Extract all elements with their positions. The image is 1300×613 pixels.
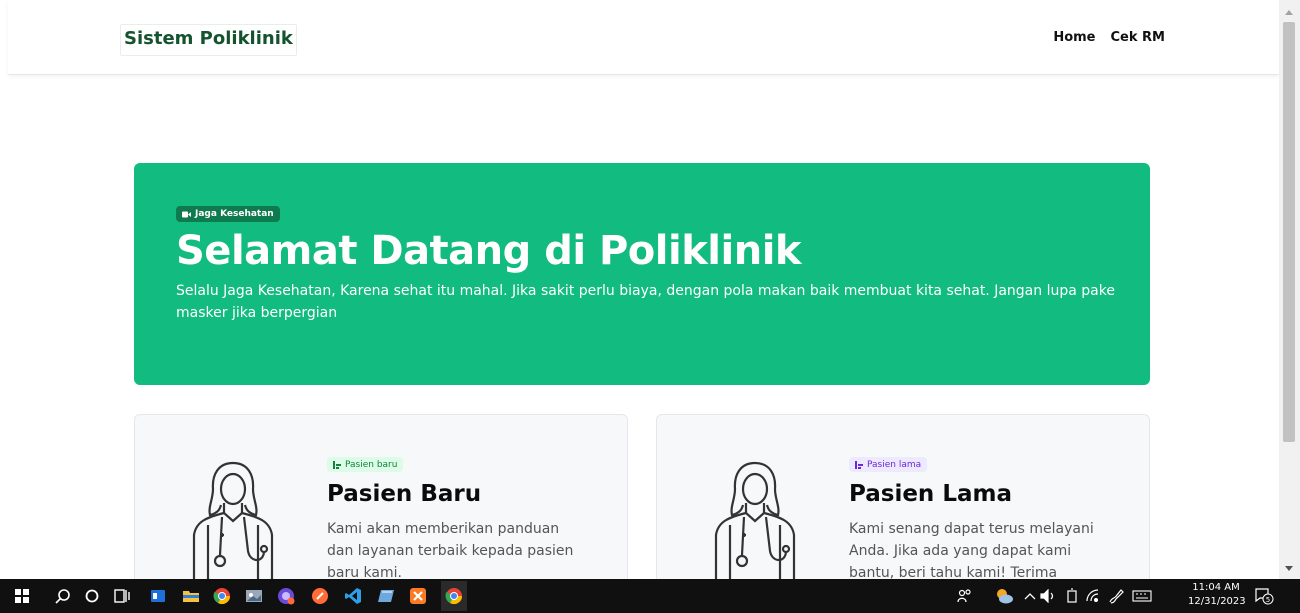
vscode-icon[interactable]	[343, 586, 363, 606]
task-view-icon[interactable]	[112, 586, 132, 606]
notification-icon[interactable]: 5	[1254, 586, 1274, 606]
chrome-icon[interactable]	[212, 586, 232, 606]
app-icon[interactable]	[148, 586, 168, 606]
cortana-icon[interactable]	[82, 586, 102, 606]
photos-app-icon[interactable]	[244, 586, 264, 606]
list-check-icon	[333, 460, 341, 469]
browser-viewport: Sistem Poliklinik Home Cek RM Jaga Keseh…	[0, 0, 1279, 579]
card-title: Pasien Baru	[327, 481, 482, 507]
card-description: Kami senang dapat terus melayani Anda. J…	[849, 521, 1094, 579]
wifi-icon[interactable]	[1084, 586, 1104, 606]
clock-time: 11:04 AM	[1192, 582, 1240, 593]
notification-count: 5	[1266, 596, 1270, 604]
postman-icon[interactable]	[310, 586, 330, 606]
card-pasien-lama[interactable]: Pasien lama Pasien Lama Kami senang dapa…	[656, 414, 1150, 579]
people-icon[interactable]	[955, 586, 975, 606]
pen-workspace-icon[interactable]	[1106, 586, 1126, 606]
card-description: Kami akan memberikan panduan dan layanan…	[327, 521, 574, 579]
card-badge-label: Pasien lama	[867, 459, 922, 470]
battery-plug-icon[interactable]	[1062, 586, 1082, 606]
nav-links: Home Cek RM	[1053, 30, 1165, 45]
windows-taskbar: 11:04 AM 12/31/2023 5	[0, 579, 1300, 613]
hero-badge-label: Jaga Kesehatan	[195, 209, 274, 219]
scroll-up-arrow-icon[interactable]	[1285, 10, 1293, 15]
keyboard-icon[interactable]	[1132, 586, 1152, 606]
card-badge-pasien-lama: Pasien lama	[849, 457, 928, 472]
hero-banner: Jaga Kesehatan Selamat Datang di Polikli…	[134, 163, 1150, 385]
hero-title: Selamat Datang di Poliklinik	[176, 228, 802, 274]
search-icon[interactable]	[53, 586, 73, 606]
video-camera-icon	[182, 211, 191, 217]
doctor-illustration-icon	[714, 461, 796, 579]
scroll-thumb[interactable]	[1283, 22, 1295, 442]
card-badge-label: Pasien baru	[345, 459, 398, 470]
card-title: Pasien Lama	[849, 481, 1012, 507]
file-explorer-icon[interactable]	[181, 586, 201, 606]
scroll-down-arrow-icon[interactable]	[1285, 566, 1293, 571]
hero-badge: Jaga Kesehatan	[176, 206, 280, 222]
list-check-icon	[855, 460, 863, 469]
windows-start-icon[interactable]	[12, 586, 32, 606]
xampp-icon[interactable]	[408, 586, 428, 606]
clock-date: 12/31/2023	[1188, 596, 1246, 607]
hero-description: Selalu Jaga Kesehatan, Karena sehat itu …	[176, 283, 1115, 321]
navbar: Sistem Poliklinik Home Cek RM	[8, 0, 1279, 75]
nav-link-cek-rm[interactable]: Cek RM	[1111, 30, 1165, 45]
notepad-icon[interactable]	[376, 586, 396, 606]
chrome-active-icon[interactable]	[441, 581, 467, 611]
taskbar-clock[interactable]: 11:04 AM 12/31/2023	[1188, 581, 1246, 609]
brand-logo-text[interactable]: Sistem Poliklinik	[120, 24, 297, 56]
nav-link-home[interactable]: Home	[1053, 30, 1095, 45]
card-badge-pasien-baru: Pasien baru	[327, 457, 404, 472]
chrome-profile-icon[interactable]	[276, 586, 296, 606]
vertical-scrollbar[interactable]	[1279, 0, 1300, 579]
weather-icon[interactable]	[994, 586, 1014, 606]
card-pasien-baru[interactable]: Pasien baru Pasien Baru Kami akan member…	[134, 414, 628, 579]
chevron-up-icon[interactable]	[1020, 586, 1040, 606]
volume-icon[interactable]	[1038, 586, 1058, 606]
doctor-illustration-icon	[192, 461, 274, 579]
